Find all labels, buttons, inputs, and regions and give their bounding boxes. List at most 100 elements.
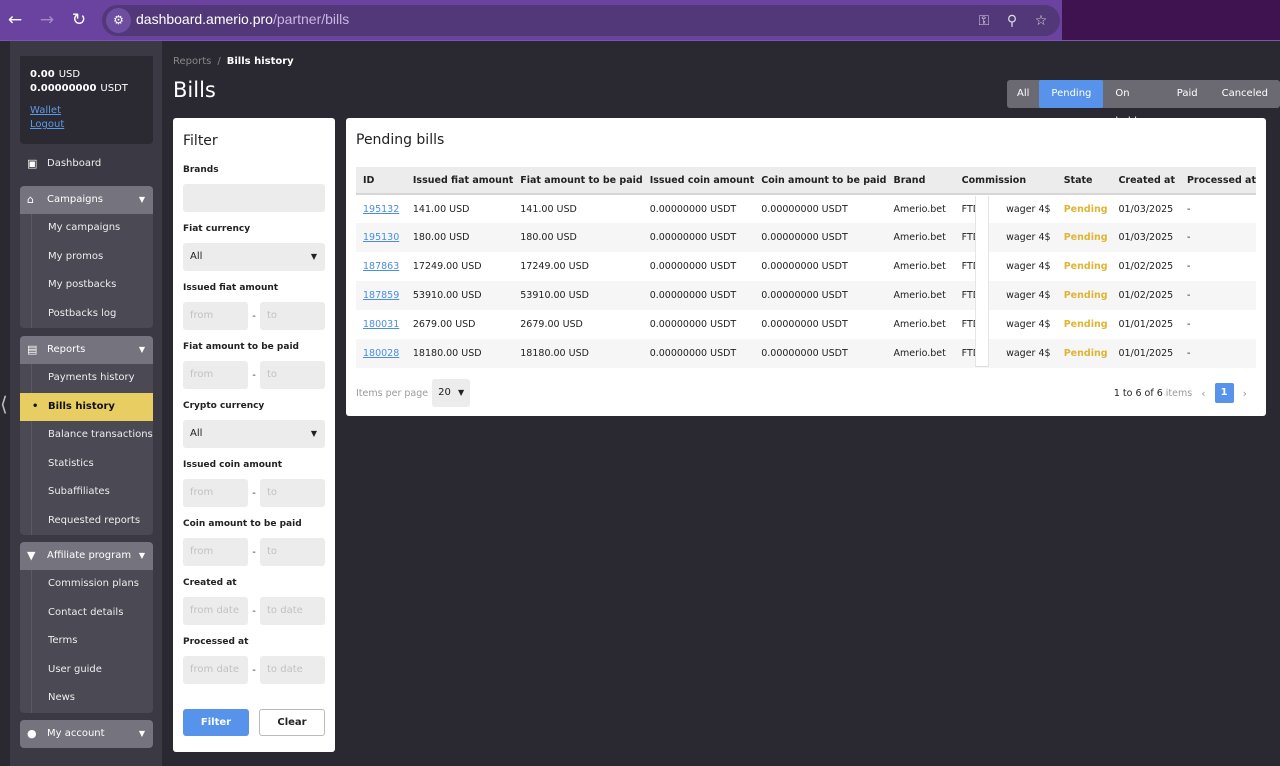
sidebar-item-news[interactable]: News xyxy=(20,684,153,713)
issued-coin-from-input[interactable]: from xyxy=(183,479,248,507)
cell-commission: FTD wager 4$ xyxy=(955,223,1057,252)
cell-issued-coin: 0.00000000 USDT xyxy=(649,348,737,359)
cell-brand: Amerio.bet xyxy=(893,348,946,359)
back-icon[interactable]: ← xyxy=(4,9,26,31)
table-row: 195132 141.00 USD 141.00 USD 0.00000000 USD… xyxy=(356,194,1256,223)
url-text[interactable]: dashboard.amerio.pro/partner/bills xyxy=(136,11,349,27)
sidebar-item-commission-plans[interactable]: Commission plans xyxy=(20,570,153,599)
address-bar[interactable]: ⚙ dashboard.amerio.pro/partner/bills ⚿ ⚲… xyxy=(102,5,1060,36)
col-fiat-to-pay[interactable]: Fiat amount to be paid xyxy=(513,167,642,194)
bill-id-link[interactable]: 180028 xyxy=(363,348,399,359)
sidebar-item-my-campaigns[interactable]: My campaigns xyxy=(20,214,153,243)
sidebar-group-my-account-header[interactable]: ● My account ▼ xyxy=(20,720,153,748)
cell-processed-at: - xyxy=(1186,290,1191,301)
tab-paid[interactable]: Paid xyxy=(1165,80,1210,108)
col-brand[interactable]: Brand xyxy=(886,167,954,194)
items-per-page-select[interactable]: 20 ▼ xyxy=(432,379,471,407)
processed-from-date-input[interactable]: from date xyxy=(183,656,248,684)
caret-down-icon: ▼ xyxy=(310,429,317,438)
sidebar-item-balance-transactions[interactable]: Balance transactions xyxy=(20,421,153,450)
processed-to-date-input[interactable]: to date xyxy=(260,656,325,684)
brands-input[interactable] xyxy=(183,184,325,212)
page-button-current[interactable]: 1 xyxy=(1214,383,1234,403)
sidebar-group-reports-header[interactable]: ▤ Reports ▼ xyxy=(20,336,153,364)
tab-pending[interactable]: Pending xyxy=(1039,80,1104,108)
col-coin-to-pay[interactable]: Coin amount to be paid xyxy=(754,167,886,194)
coin-to-pay-from-input[interactable]: from xyxy=(183,538,248,566)
sidebar-collapse-handle[interactable]: ⟨ xyxy=(0,392,8,416)
sidebar-group-label: Affiliate program xyxy=(47,550,132,561)
issued-coin-to-input[interactable]: to xyxy=(260,479,325,507)
issued-fiat-to-input[interactable]: to xyxy=(260,302,325,330)
cell-coin-to-pay: 0.00000000 USDT xyxy=(761,232,848,243)
created-to-date-input[interactable]: to date xyxy=(260,597,325,625)
reload-icon[interactable]: ↻ xyxy=(68,9,90,31)
created-at-label: Created at xyxy=(183,578,237,588)
col-processed-at[interactable]: Processed at xyxy=(1180,167,1256,194)
cell-processed-at: - xyxy=(1186,261,1191,272)
site-settings-icon[interactable]: ⚙ xyxy=(106,8,131,33)
sidebar-item-dashboard[interactable]: ▣ Dashboard xyxy=(20,150,153,178)
breadcrumb-reports[interactable]: Reports xyxy=(173,56,211,67)
forward-icon[interactable]: → xyxy=(36,9,58,31)
sidebar-item-contact-details[interactable]: Contact details xyxy=(20,599,153,628)
password-key-icon[interactable]: ⚿ xyxy=(974,11,994,31)
sidebar-item-payments-history[interactable]: Payments history xyxy=(20,364,153,393)
pagination-items-word: items xyxy=(1165,387,1193,399)
cell-state: Pending xyxy=(1057,223,1112,252)
sidebar-item-postbacks-log[interactable]: Postbacks log xyxy=(20,300,153,329)
sidebar-group-campaigns-header[interactable]: ⌂ Campaigns ▼ xyxy=(20,186,153,214)
clipboard-icon: ▤ xyxy=(27,343,38,356)
col-created-at[interactable]: Created at xyxy=(1111,167,1179,194)
cell-commission: FTD wager 4$ xyxy=(955,310,1057,339)
col-id[interactable]: ID xyxy=(356,167,406,194)
clear-button[interactable]: Clear xyxy=(259,709,325,736)
col-state[interactable]: State xyxy=(1057,167,1112,194)
bill-id-link[interactable]: 187859 xyxy=(363,290,399,301)
crypto-currency-select[interactable]: All ▼ xyxy=(183,420,325,448)
sidebar-item-bills-history[interactable]: • Bills history xyxy=(20,392,153,421)
sidebar-item-label: Bills history xyxy=(48,400,115,412)
issued-fiat-from-input[interactable]: from xyxy=(183,302,248,330)
col-issued-fiat[interactable]: Issued fiat amount xyxy=(406,167,513,194)
next-page-icon[interactable]: › xyxy=(1243,387,1247,400)
logout-link[interactable]: Logout xyxy=(30,118,143,132)
bill-id-link[interactable]: 195130 xyxy=(363,232,399,243)
prev-page-icon[interactable]: ‹ xyxy=(1201,387,1205,400)
created-from-date-input[interactable]: from date xyxy=(183,597,248,625)
bookmark-star-icon[interactable]: ☆ xyxy=(1031,11,1051,31)
filter-title: Filter xyxy=(183,133,218,149)
wallet-link[interactable]: Wallet xyxy=(30,104,143,118)
sidebar-item-my-postbacks[interactable]: My postbacks xyxy=(20,271,153,300)
sidebar-item-terms[interactable]: Terms xyxy=(20,627,153,656)
tab-on-hold[interactable]: On hold xyxy=(1103,80,1164,127)
commission-detail: wager 4$ xyxy=(1006,348,1051,359)
toolbar-divider xyxy=(0,40,1280,41)
bill-id-link[interactable]: 187863 xyxy=(363,261,399,272)
bill-id-link[interactable]: 195132 xyxy=(363,204,399,215)
sidebar-group-affiliate-program-header[interactable]: ▼ Affiliate program ▼ xyxy=(20,542,153,570)
sidebar-group-affiliate-program: ▼ Affiliate program ▼ Commission plans C… xyxy=(20,542,153,713)
filter-button[interactable]: Filter xyxy=(183,709,249,736)
store-icon: ⌂ xyxy=(27,193,34,206)
table-row: 180028 18180.00 USD 18180.00 USD 0.00000000… xyxy=(356,339,1256,368)
fiat-to-pay-to-input[interactable]: to xyxy=(260,361,325,389)
fiat-to-pay-from-input[interactable]: from xyxy=(183,361,248,389)
bill-id-link[interactable]: 180031 xyxy=(363,319,399,330)
sidebar-item-statistics[interactable]: Statistics xyxy=(20,450,153,479)
zoom-icon[interactable]: ⚲ xyxy=(1002,11,1022,31)
tab-canceled[interactable]: Canceled xyxy=(1210,80,1280,108)
sidebar-item-my-promos[interactable]: My promos xyxy=(20,243,153,272)
sidebar-item-subaffiliates[interactable]: Subaffiliates xyxy=(20,478,153,507)
coin-to-pay-to-input[interactable]: to xyxy=(260,538,325,566)
tab-all[interactable]: All xyxy=(1007,80,1039,108)
cell-id: 195132 xyxy=(356,194,406,223)
sidebar-item-user-guide[interactable]: User guide xyxy=(20,656,153,685)
browser-toolbar: ← → ↻ ⚙ dashboard.amerio.pro/partner/bil… xyxy=(0,0,1280,41)
status-badge: Pending xyxy=(1063,261,1108,272)
range-separator: - xyxy=(252,664,256,676)
fiat-currency-select[interactable]: All ▼ xyxy=(183,243,325,271)
col-issued-coin[interactable]: Issued coin amount xyxy=(643,167,755,194)
col-commission[interactable]: Commission xyxy=(955,167,1057,194)
sidebar-item-requested-reports[interactable]: Requested reports xyxy=(20,507,153,536)
